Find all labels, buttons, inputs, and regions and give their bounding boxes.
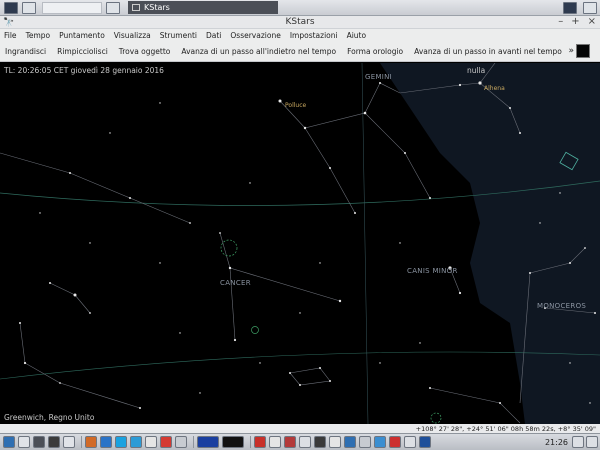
find-object-button[interactable]: Trova oggetto [119, 47, 171, 56]
desktop-icon[interactable] [18, 436, 30, 448]
screen-icon[interactable] [586, 436, 598, 448]
menu-dati[interactable]: Dati [206, 31, 221, 40]
panel-separator [250, 436, 251, 448]
maximize-button[interactable]: + [571, 16, 579, 27]
menu-puntamento[interactable]: Puntamento [59, 31, 105, 40]
files-icon[interactable] [63, 436, 75, 448]
zoom-in-button[interactable]: Ingrandisci [5, 47, 46, 56]
open-cluster-icon[interactable] [430, 412, 442, 424]
app-icon[interactable] [175, 436, 187, 448]
focus-object-readout: nulla [467, 66, 486, 75]
app-icon[interactable] [404, 436, 416, 448]
app-icon[interactable] [329, 436, 341, 448]
app-icon[interactable] [269, 436, 281, 448]
sky-map-canvas [0, 63, 600, 424]
grid-line [0, 351, 600, 380]
panel-separator [193, 436, 194, 448]
sky-thumbnail-icon[interactable] [576, 44, 590, 58]
constellation-label-cancer[interactable]: CANCER [220, 279, 251, 287]
telegram-icon[interactable] [130, 436, 142, 448]
cpu-monitor-icon [197, 436, 219, 448]
browser-icon[interactable] [100, 436, 112, 448]
menu-osservazione[interactable]: Osservazione [230, 31, 280, 40]
skype-icon[interactable] [115, 436, 127, 448]
constellation-label-canis-minor[interactable]: CANIS MINOR [407, 267, 458, 275]
terminal-icon[interactable] [48, 436, 60, 448]
menu-tempo[interactable]: Tempo [26, 31, 51, 40]
window-titlebar: 🔭 KStars – + × [0, 16, 600, 29]
power-icon[interactable] [572, 436, 584, 448]
menu-impostazioni[interactable]: Impostazioni [290, 31, 338, 40]
show-desktop-icon[interactable] [4, 1, 18, 14]
app-icon[interactable] [299, 436, 311, 448]
menu-visualizza[interactable]: Visualizza [114, 31, 151, 40]
menu-file[interactable]: File [4, 31, 17, 40]
panel-separator [81, 436, 82, 448]
toolbar-overflow-button[interactable]: » [568, 46, 574, 56]
start-menu-icon[interactable] [3, 436, 15, 448]
clock[interactable]: 21:26 [545, 438, 568, 447]
constellation-label-gemini[interactable]: GEMINI [365, 73, 392, 81]
file-manager-icon[interactable] [22, 1, 36, 14]
constellation-label-monoceros[interactable]: MONOCEROS [537, 302, 586, 310]
close-button[interactable]: × [588, 16, 596, 27]
zoom-out-button[interactable]: Rimpicciolisci [57, 47, 108, 56]
top-system-panel: KStars [0, 0, 600, 16]
image-viewer-icon[interactable] [145, 436, 157, 448]
app-icon[interactable] [419, 436, 431, 448]
firefox-icon[interactable] [85, 436, 97, 448]
status-bar: +108° 27' 28", +24° 51' 06" 08h 58m 22s,… [0, 424, 600, 433]
taskbar-item-kstars[interactable]: KStars [128, 1, 278, 14]
galaxy-icon[interactable] [251, 326, 259, 334]
meridian-line [361, 63, 369, 424]
coordinates-readout: +108° 27' 28", +24° 51' 06" 08h 58m 22s,… [415, 424, 596, 433]
app-icon[interactable] [359, 436, 371, 448]
minimize-button[interactable]: – [558, 16, 563, 27]
kstars-app-icon[interactable]: 🔭 [3, 18, 14, 28]
app-icon[interactable] [374, 436, 386, 448]
location-readout: Greenwich, Regno Unito [4, 413, 95, 422]
mail-icon[interactable] [160, 436, 172, 448]
telescope-icon[interactable] [106, 1, 120, 14]
step-back-button[interactable]: Avanza di un passo all'indietro nel temp… [181, 47, 336, 56]
window-title: KStars [285, 17, 315, 27]
star-label-alhena[interactable]: Alhena [484, 85, 505, 92]
app-icon[interactable] [314, 436, 326, 448]
sky-map[interactable]: TL: 20:26:05 CET giovedì 28 gennaio 2016… [0, 63, 600, 424]
bottom-system-panel: 21:26 [0, 433, 600, 450]
open-cluster-icon[interactable] [220, 239, 238, 257]
terminal-icon[interactable] [33, 436, 45, 448]
main-toolbar: Ingrandisci Rimpicciolisci Trova oggetto… [0, 41, 600, 62]
star-label-polluce[interactable]: Polluce [285, 102, 306, 109]
app-icon[interactable] [389, 436, 401, 448]
panel-window-icon[interactable] [583, 1, 597, 14]
menu-aiuto[interactable]: Aiuto [347, 31, 367, 40]
menu-strumenti[interactable]: Strumenti [160, 31, 197, 40]
step-forward-button[interactable]: Avanza di un passo in avanti nel tempo [414, 47, 562, 56]
app-icon[interactable] [344, 436, 356, 448]
workspace-switcher[interactable] [42, 1, 102, 14]
app-icon[interactable] [254, 436, 266, 448]
panel-app-icon[interactable] [563, 1, 577, 14]
window-icon [132, 4, 140, 11]
network-monitor-icon [222, 436, 244, 448]
menu-bar: File Tempo Puntamento Visualizza Strumen… [0, 29, 600, 41]
app-icon[interactable] [284, 436, 296, 448]
taskbar-item-label: KStars [144, 3, 170, 12]
clock-button[interactable]: Forma orologio [347, 47, 403, 56]
milky-way-region [380, 63, 600, 424]
local-time-readout: TL: 20:26:05 CET giovedì 28 gennaio 2016 [4, 66, 164, 75]
